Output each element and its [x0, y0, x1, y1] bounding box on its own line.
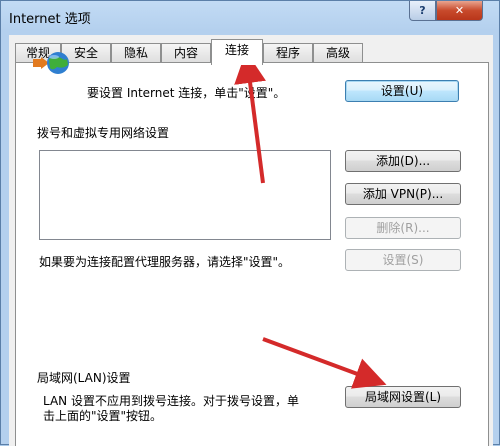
- window-title: Internet 选项: [9, 12, 91, 27]
- setup-instruction: 要设置 Internet 连接，单击"设置"。: [87, 86, 286, 100]
- tab-advanced[interactable]: 高级: [313, 43, 363, 64]
- help-icon: ?: [419, 4, 426, 17]
- proxy-instruction: 如果要为连接配置代理服务器，请选择"设置"。: [39, 255, 291, 269]
- tab-connections[interactable]: 连接: [211, 39, 263, 65]
- connections-listbox[interactable]: [39, 150, 331, 240]
- title-bar[interactable]: Internet 选项 ? ✕: [1, 1, 499, 35]
- help-button[interactable]: ?: [409, 1, 436, 21]
- tab-privacy[interactable]: 隐私: [111, 43, 161, 64]
- close-button[interactable]: ✕: [436, 1, 483, 21]
- tab-strip: 常规 安全 隐私 内容 连接 程序 高级: [15, 39, 493, 65]
- close-icon: ✕: [454, 4, 465, 17]
- tab-content[interactable]: 内容: [161, 43, 211, 64]
- lan-instruction-line2: 击上面的"设置"按钮。: [43, 409, 163, 423]
- dialup-vpn-heading: 拨号和虚拟专用网络设置: [37, 126, 170, 140]
- lan-heading: 局域网(LAN)设置: [37, 371, 131, 385]
- tab-programs[interactable]: 程序: [263, 43, 313, 64]
- proxy-settings-button[interactable]: 设置(S): [345, 249, 461, 271]
- setup-button[interactable]: 设置(U): [345, 80, 459, 102]
- network-globe-icon: [31, 49, 73, 79]
- lan-settings-button[interactable]: 局域网设置(L): [345, 386, 461, 408]
- internet-options-window: Internet 选项 ? ✕ 常规 安全 隐私 内容 连接 程序 高级 要设置…: [0, 0, 500, 446]
- remove-button[interactable]: 删除(R)...: [345, 217, 461, 239]
- add-vpn-button[interactable]: 添加 VPN(P)...: [345, 183, 461, 205]
- add-button[interactable]: 添加(D)...: [345, 150, 461, 172]
